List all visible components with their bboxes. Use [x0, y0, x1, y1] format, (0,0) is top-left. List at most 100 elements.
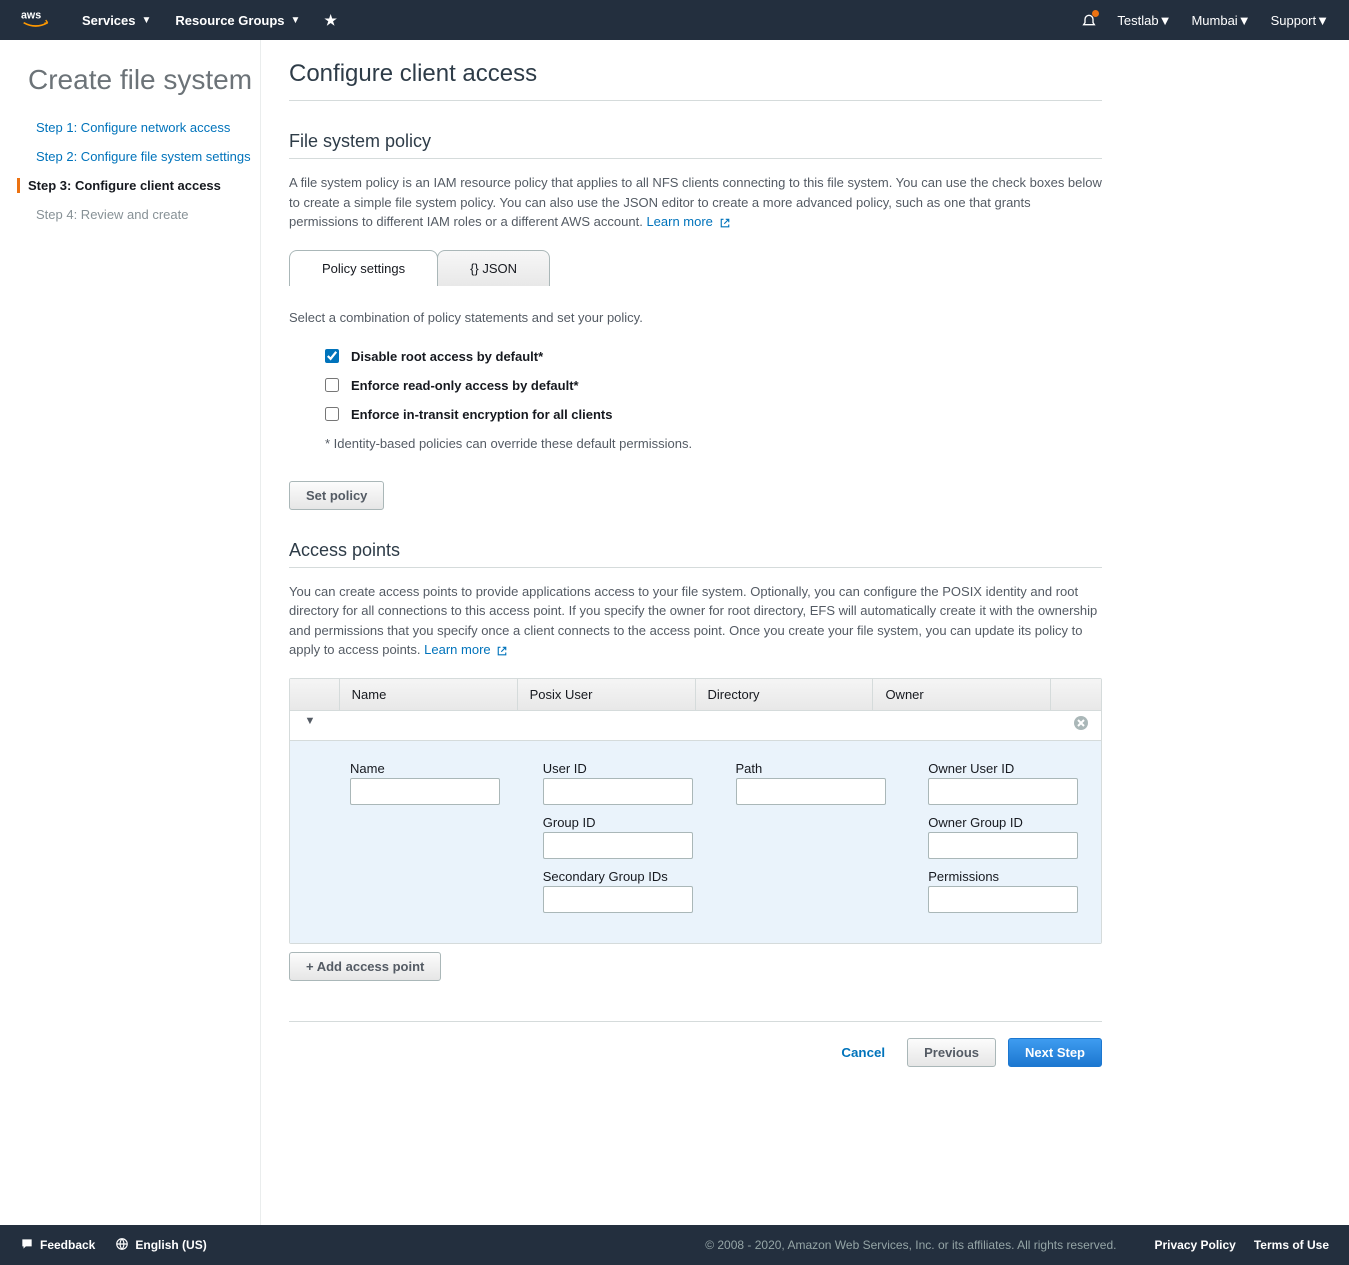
privacy-policy-link[interactable]: Privacy Policy	[1154, 1238, 1235, 1252]
add-access-point-button[interactable]: + Add access point	[289, 952, 441, 981]
next-step-button[interactable]: Next Step	[1008, 1038, 1102, 1067]
language-selector[interactable]: English (US)	[115, 1237, 206, 1254]
external-link-icon	[496, 645, 508, 657]
step-2-link[interactable]: Step 2: Configure file system settings	[36, 149, 251, 164]
tab-json[interactable]: {} JSON	[437, 250, 550, 286]
step-1[interactable]: Step 1: Configure network access	[28, 120, 260, 135]
support-menu[interactable]: Support ▼	[1271, 13, 1329, 28]
input-owner-gid[interactable]	[928, 832, 1078, 859]
checkbox-encryption[interactable]	[325, 407, 339, 421]
chevron-down-icon: ▼	[1159, 13, 1172, 28]
step-list: Step 1: Configure network access Step 2:…	[28, 120, 260, 222]
ap-col-owner: Owner	[873, 679, 1051, 710]
policy-check-readonly: Enforce read-only access by default*	[325, 378, 1102, 393]
step-2[interactable]: Step 2: Configure file system settings	[28, 149, 260, 164]
access-points-table: Name Posix User Directory Owner ▼ Name U…	[289, 678, 1102, 944]
svg-text:aws: aws	[21, 10, 41, 22]
ap-description: You can create access points to provide …	[289, 582, 1102, 660]
input-name[interactable]	[350, 778, 500, 805]
resource-groups-label: Resource Groups	[175, 13, 284, 28]
support-label: Support	[1271, 13, 1317, 28]
input-path[interactable]	[736, 778, 886, 805]
terms-of-use-link[interactable]: Terms of Use	[1254, 1238, 1329, 1252]
input-group-id[interactable]	[543, 832, 693, 859]
checkbox-encryption-label: Enforce in-transit encryption for all cl…	[351, 407, 613, 422]
notifications-icon[interactable]	[1081, 12, 1097, 28]
feedback-link[interactable]: Feedback	[20, 1237, 95, 1254]
main-content: Configure client access File system poli…	[260, 40, 1130, 1225]
resource-groups-menu[interactable]: Resource Groups ▼	[175, 13, 300, 28]
account-menu[interactable]: Testlab ▼	[1117, 13, 1171, 28]
ap-title: Access points	[289, 540, 1102, 568]
checkbox-disable-root-label: Disable root access by default*	[351, 349, 543, 364]
region-menu[interactable]: Mumbai ▼	[1191, 13, 1250, 28]
step-4-label: Step 4: Review and create	[36, 207, 188, 222]
label-path: Path	[736, 761, 899, 776]
ap-col-delete	[1051, 679, 1101, 710]
ap-col-expand	[290, 679, 340, 710]
previous-button[interactable]: Previous	[907, 1038, 996, 1067]
ap-col-posix: Posix User	[518, 679, 696, 710]
ap-learn-more-link[interactable]: Learn more	[424, 642, 508, 657]
services-menu[interactable]: Services ▼	[82, 13, 151, 28]
wizard-sidebar: Create file system Step 1: Configure net…	[0, 40, 260, 1225]
step-4: Step 4: Review and create	[28, 207, 260, 222]
policy-tabs: Policy settings {} JSON	[289, 250, 1102, 286]
input-owner-uid[interactable]	[928, 778, 1078, 805]
input-user-id[interactable]	[543, 778, 693, 805]
input-permissions[interactable]	[928, 886, 1078, 913]
copyright-text: © 2008 - 2020, Amazon Web Services, Inc.…	[705, 1238, 1116, 1252]
label-owner-uid: Owner User ID	[928, 761, 1091, 776]
ap-col-name: Name	[340, 679, 518, 710]
label-name: Name	[350, 761, 513, 776]
chevron-down-icon: ▼	[142, 15, 152, 26]
ap-col-directory: Directory	[696, 679, 874, 710]
external-link-icon	[719, 217, 731, 229]
input-secondary-gids[interactable]	[543, 886, 693, 913]
label-permissions: Permissions	[928, 869, 1091, 884]
aws-logo[interactable]: aws	[20, 8, 62, 32]
ap-group-owner: Owner User ID Owner Group ID Permissions	[928, 761, 1091, 923]
label-user-id: User ID	[543, 761, 706, 776]
account-label: Testlab	[1117, 13, 1158, 28]
chevron-down-icon: ▼	[1238, 13, 1251, 28]
ap-group-directory: Path	[736, 761, 899, 923]
checkbox-disable-root[interactable]	[325, 349, 339, 363]
collapse-row-icon[interactable]: ▼	[290, 711, 330, 740]
policy-check-disable-root: Disable root access by default*	[325, 349, 1102, 364]
globe-icon	[115, 1237, 129, 1254]
checkbox-readonly[interactable]	[325, 378, 339, 392]
tab-policy-settings[interactable]: Policy settings	[289, 250, 438, 286]
checkbox-readonly-label: Enforce read-only access by default*	[351, 378, 579, 393]
wizard-footer-buttons: Cancel Previous Next Step	[289, 1021, 1102, 1067]
label-group-id: Group ID	[543, 815, 706, 830]
services-label: Services	[82, 13, 136, 28]
cancel-button[interactable]: Cancel	[831, 1039, 895, 1066]
policy-check-encryption: Enforce in-transit encryption for all cl…	[325, 407, 1102, 422]
region-label: Mumbai	[1191, 13, 1237, 28]
policy-instructions: Select a combination of policy statement…	[289, 310, 1102, 325]
top-nav: aws Services ▼ Resource Groups ▼ ★ Testl…	[0, 0, 1349, 40]
label-owner-gid: Owner Group ID	[928, 815, 1091, 830]
policy-footnote: * Identity-based policies can override t…	[325, 436, 1102, 451]
bottom-bar: Feedback English (US) © 2008 - 2020, Ama…	[0, 1225, 1349, 1265]
chevron-down-icon: ▼	[291, 15, 301, 26]
step-1-link[interactable]: Step 1: Configure network access	[36, 120, 230, 135]
ap-row-toggle: ▼	[290, 711, 1101, 741]
fsp-title: File system policy	[289, 131, 1102, 159]
ap-table-header: Name Posix User Directory Owner	[290, 679, 1101, 711]
notification-dot-icon	[1092, 10, 1099, 17]
fsp-description: A file system policy is an IAM resource …	[289, 173, 1102, 232]
page-title: Create file system	[28, 64, 260, 96]
chevron-down-icon: ▼	[1316, 13, 1329, 28]
ap-row-detail: Name User ID Group ID Secondary Group ID…	[290, 741, 1101, 943]
step-3-label: Step 3: Configure client access	[28, 178, 221, 193]
pin-shortcut-icon[interactable]: ★	[324, 12, 337, 29]
ap-group-name: Name	[350, 761, 513, 923]
label-secondary-gids: Secondary Group IDs	[543, 869, 706, 884]
fsp-learn-more-link[interactable]: Learn more	[646, 214, 730, 229]
step-3: Step 3: Configure client access	[17, 178, 260, 193]
set-policy-button[interactable]: Set policy	[289, 481, 384, 510]
speech-bubble-icon	[20, 1237, 34, 1254]
delete-row-icon[interactable]	[1061, 711, 1101, 740]
